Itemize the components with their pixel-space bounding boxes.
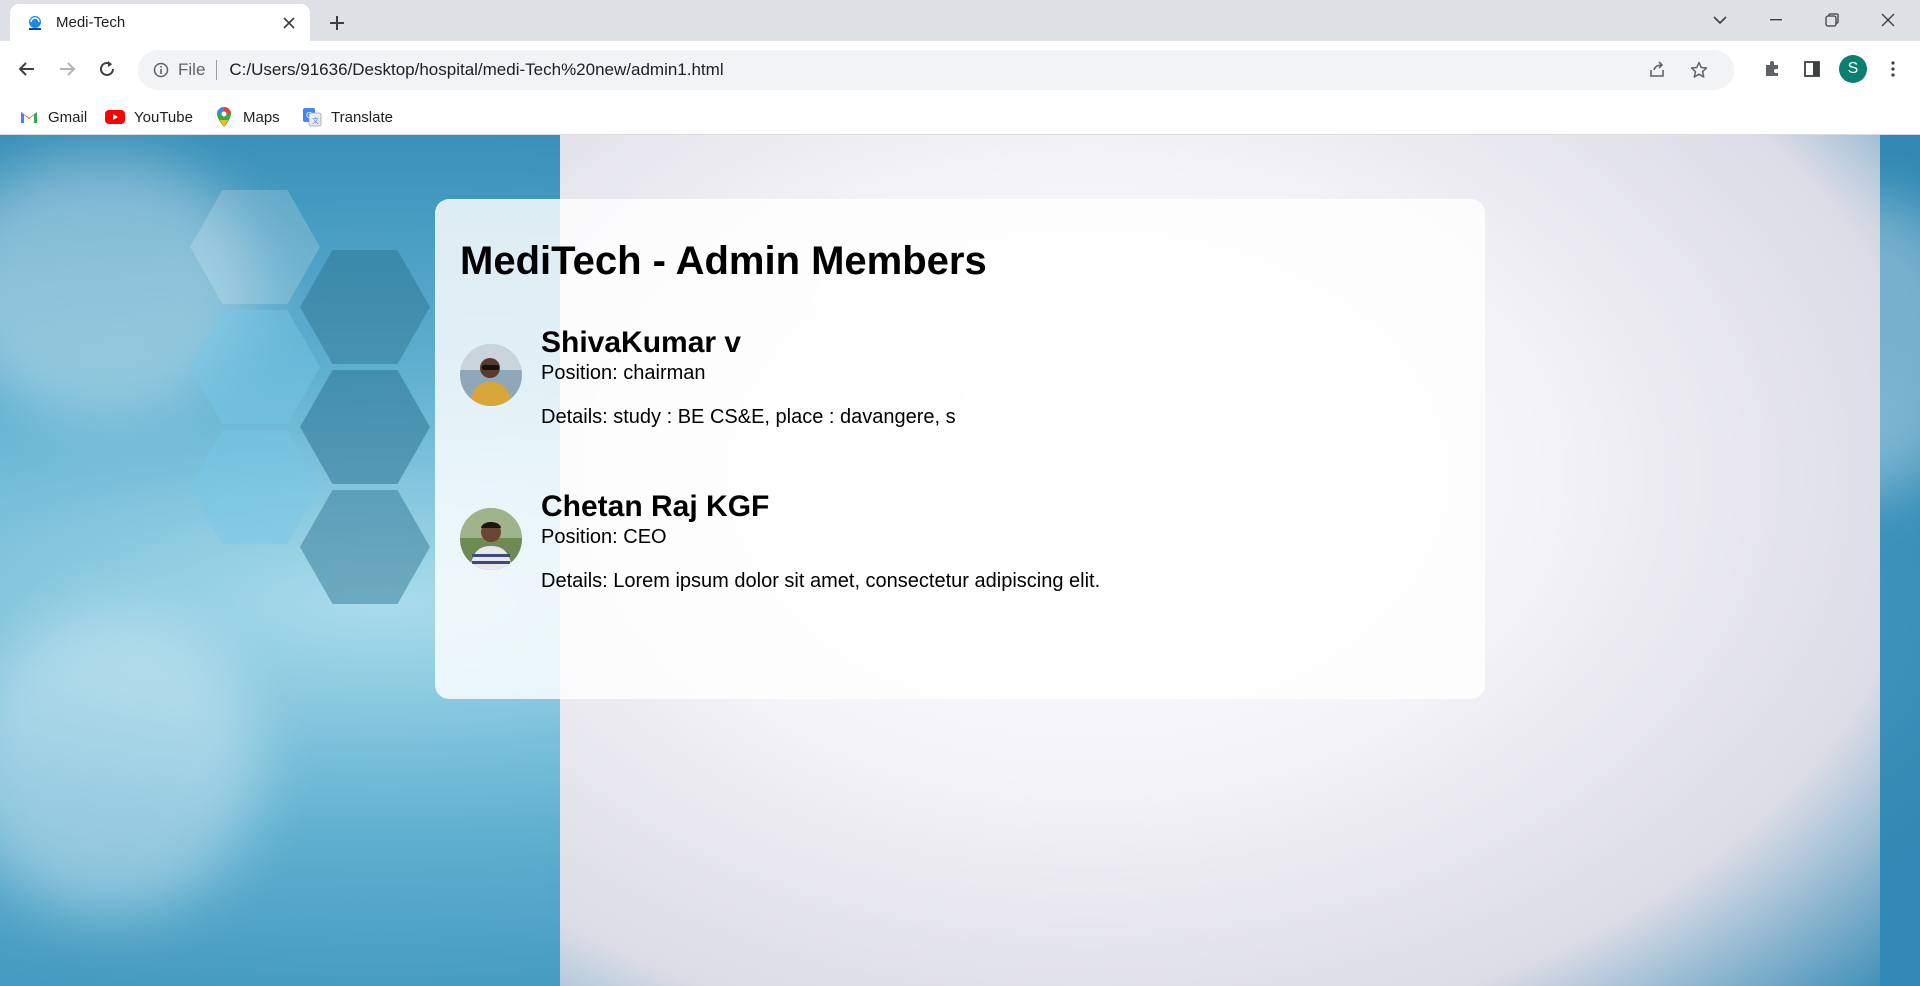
close-tab-icon[interactable] (278, 12, 300, 34)
bookmark-translate[interactable]: G文 Translate (294, 102, 401, 132)
url-text[interactable]: C:/Users/91636/Desktop/hospital/medi-Tec… (229, 60, 723, 80)
tab-medi-tech[interactable]: Medi-Tech (10, 4, 310, 41)
tab-strip: Medi-Tech (0, 0, 1920, 41)
admin-members-card: MediTech - Admin Members ShivaKumar v Po… (435, 199, 1485, 699)
member-info: Chetan Raj KGF Position: CEO Details: Lo… (541, 490, 1100, 594)
site-info-icon[interactable] (150, 59, 172, 81)
share-icon[interactable] (1640, 50, 1674, 90)
bookmark-label: Translate (331, 108, 393, 126)
member-avatar (460, 344, 522, 406)
member-name: ShivaKumar v (541, 326, 742, 359)
member-item: ShivaKumar v Position: chairman Details:… (460, 326, 1460, 430)
bookmark-gmail[interactable]: Gmail (11, 102, 95, 132)
member-name: Chetan Raj KGF (541, 490, 770, 523)
member-details: Details: study : BE CS&E, place : davang… (541, 406, 956, 428)
bookmark-label: Gmail (48, 108, 88, 126)
page-viewport: MediTech - Admin Members ShivaKumar v Po… (0, 135, 1920, 986)
svg-text:文: 文 (312, 116, 319, 125)
minimize-window-icon[interactable] (1748, 0, 1804, 40)
bookmark-star-icon[interactable] (1682, 50, 1716, 90)
restore-window-icon[interactable] (1804, 0, 1860, 40)
background-hexagon (190, 430, 320, 544)
profile-initial: S (1839, 55, 1867, 83)
address-bar[interactable]: File C:/Users/91636/Desktop/hospital/med… (138, 50, 1734, 90)
gmail-icon (19, 107, 39, 127)
bookmark-label: YouTube (134, 108, 193, 126)
url-scheme-label: File (178, 60, 206, 79)
translate-icon: G文 (302, 107, 322, 127)
medi-tech-favicon-icon (29, 15, 41, 30)
background-hexagon (300, 370, 430, 484)
youtube-icon (105, 107, 125, 127)
maps-icon (214, 107, 234, 127)
bookmark-label: Maps (243, 108, 280, 126)
bookmark-maps[interactable]: Maps (206, 102, 288, 132)
browser-toolbar: File C:/Users/91636/Desktop/hospital/med… (0, 41, 1920, 99)
member-info: ShivaKumar v Position: chairman Details:… (541, 326, 956, 430)
tab-title: Medi-Tech (56, 14, 126, 31)
member-position: Position: CEO (541, 526, 667, 548)
member-position: Position: chairman (541, 362, 706, 384)
url-separator (216, 60, 218, 80)
profile-avatar[interactable]: S (1836, 52, 1870, 86)
new-tab-button[interactable] (322, 8, 352, 38)
page-title: MediTech - Admin Members (460, 239, 987, 283)
member-avatar (460, 508, 522, 570)
browser-menu-icon[interactable] (1876, 52, 1910, 86)
member-details: Details: Lorem ipsum dolor sit amet, con… (541, 570, 1101, 592)
background-cloud (0, 615, 260, 915)
bookmark-youtube[interactable]: YouTube (97, 102, 201, 132)
close-window-icon[interactable] (1860, 0, 1916, 40)
background-hexagon (300, 490, 430, 604)
bookmarks-bar: Gmail YouTube Maps G文 Translate (0, 99, 1920, 135)
side-panel-icon[interactable] (1795, 52, 1829, 86)
forward-arrow-icon[interactable] (50, 52, 84, 86)
extensions-puzzle-icon[interactable] (1755, 52, 1789, 86)
background-hexagon (300, 250, 430, 364)
reload-icon[interactable] (90, 52, 124, 86)
member-item: Chetan Raj KGF Position: CEO Details: Lo… (460, 490, 1460, 594)
tab-search-icon[interactable] (1692, 0, 1748, 40)
back-arrow-icon[interactable] (10, 52, 44, 86)
